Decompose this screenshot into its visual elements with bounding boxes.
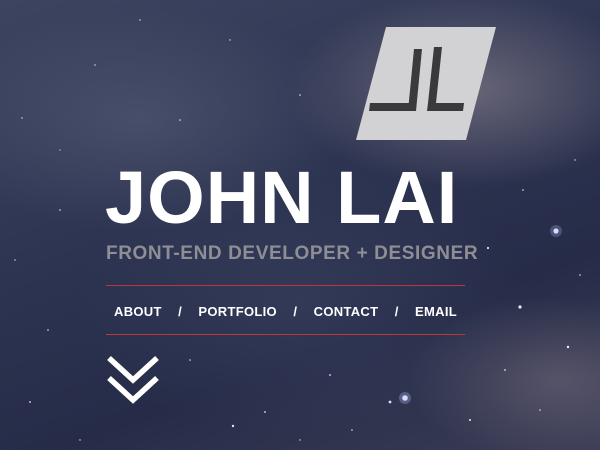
double-chevron-down-icon[interactable]	[106, 354, 160, 406]
main-nav: ABOUT / PORTFOLIO / CONTACT / EMAIL	[106, 299, 465, 323]
nav-divider-bottom	[106, 334, 465, 335]
nav-about-link[interactable]: ABOUT	[114, 304, 162, 319]
nav-portfolio-link[interactable]: PORTFOLIO	[198, 304, 277, 319]
hero-section: JOHN LAI FRONT-END DEVELOPER + DESIGNER …	[0, 0, 600, 450]
tagline: FRONT-END DEVELOPER + DESIGNER	[106, 243, 479, 264]
nav-separator: /	[394, 303, 399, 319]
page-title: JOHN LAI	[105, 156, 459, 239]
nav-separator: /	[293, 303, 298, 319]
nav-separator: /	[178, 303, 183, 319]
jl-monogram-logo	[356, 27, 496, 140]
nav-email-link[interactable]: EMAIL	[415, 304, 457, 319]
nav-contact-link[interactable]: CONTACT	[314, 304, 379, 319]
nav-divider-top	[106, 285, 465, 286]
